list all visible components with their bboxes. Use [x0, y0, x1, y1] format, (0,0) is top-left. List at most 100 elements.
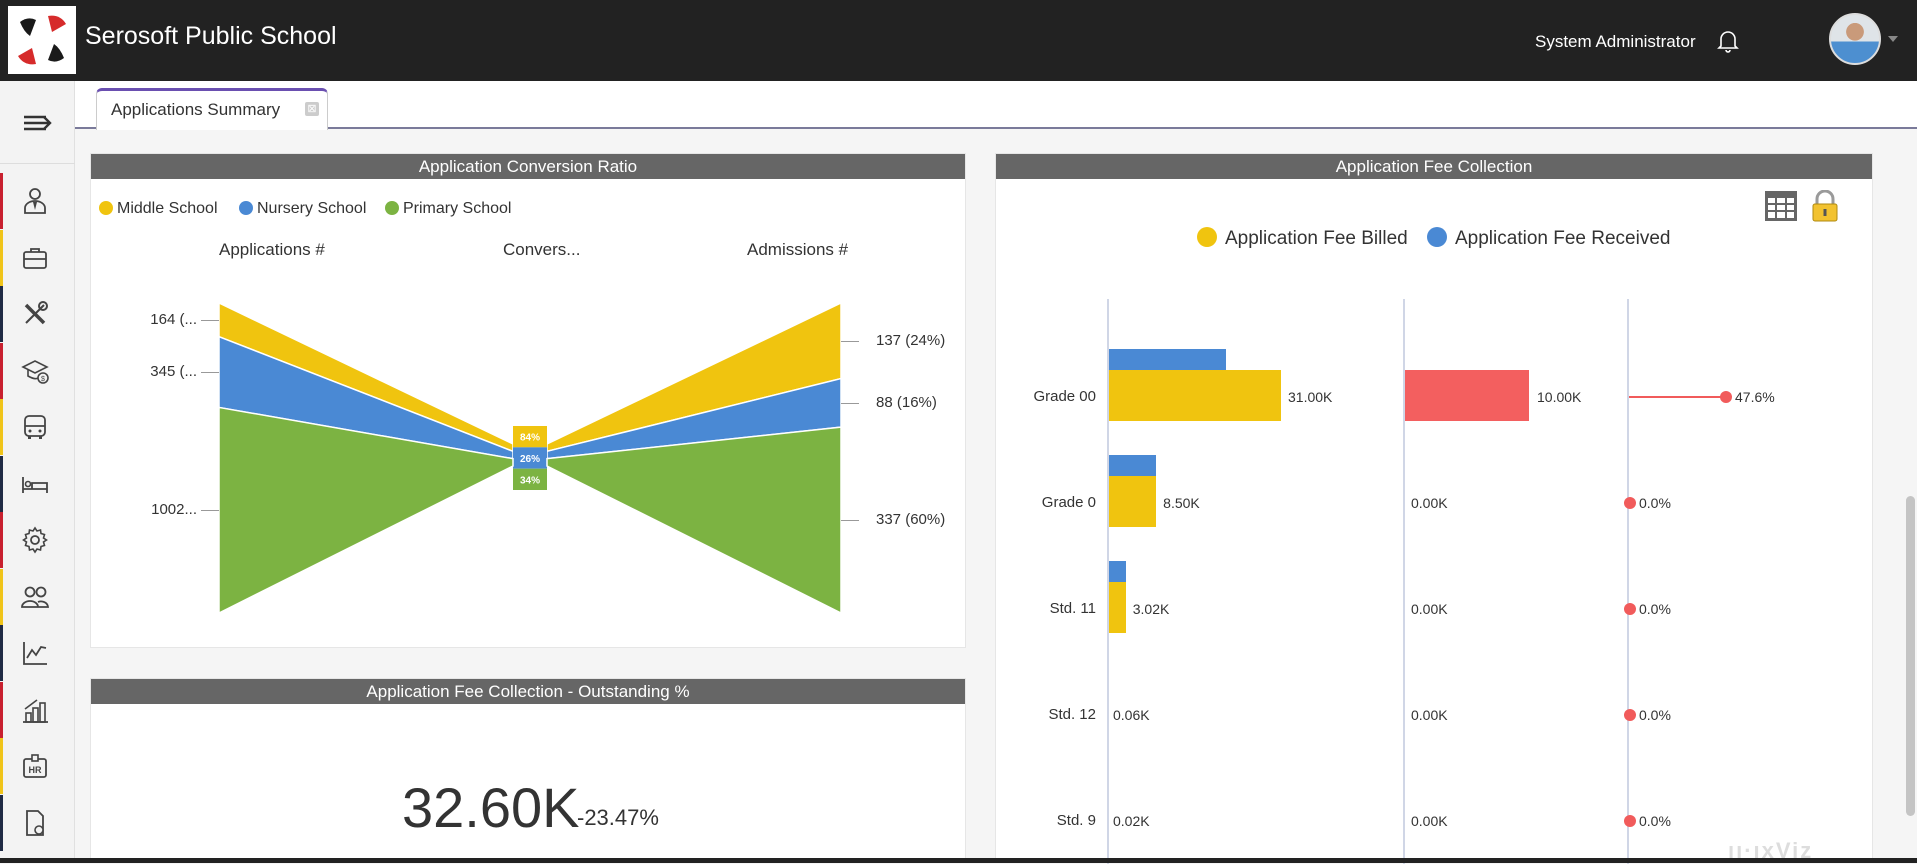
close-icon[interactable]: ⊠: [305, 102, 319, 116]
outstanding-value: 32.60K: [402, 776, 580, 839]
bar-fee-billed[interactable]: [1109, 370, 1281, 421]
sidebar-accent: [0, 455, 3, 512]
bottom-bar: [0, 858, 1917, 863]
outstanding-panel: Application Fee Collection - Outstanding…: [90, 678, 966, 863]
outstanding-pct-dot[interactable]: [1624, 603, 1636, 615]
label-tick: [201, 372, 219, 374]
sidebar-accent: [0, 794, 3, 851]
sidebar: $ HR: [0, 81, 75, 863]
users-icon: [21, 586, 49, 608]
category-label: Grade 0: [1041, 494, 1096, 511]
line-chart-icon: [23, 642, 47, 665]
outstanding-pct-dot[interactable]: [1624, 815, 1636, 827]
bar-fee-billed[interactable]: [1109, 476, 1157, 527]
sidebar-item-line-chart[interactable]: [0, 625, 75, 681]
bar-fee-billed[interactable]: [1109, 582, 1126, 633]
label-tick: [841, 520, 859, 522]
bar-fee-received[interactable]: [1109, 561, 1126, 582]
label-tick: [201, 510, 219, 512]
sidebar-item-gear[interactable]: [0, 512, 75, 568]
sidebar-item-bed[interactable]: [0, 455, 75, 512]
table-icon[interactable]: [1764, 190, 1798, 222]
billed-value-label: 31.00K: [1288, 389, 1333, 405]
sidebar-item-bar-chart[interactable]: [0, 681, 75, 738]
legend-dot: [1197, 227, 1217, 247]
outstanding-value-label: 0.00K: [1411, 813, 1448, 829]
sidebar-item-briefcase[interactable]: [0, 229, 75, 286]
outstanding-pct-label: 0.0%: [1639, 601, 1671, 617]
outstanding-pct-dot[interactable]: [1624, 497, 1636, 509]
sidebar-accent: [0, 286, 3, 342]
tab-bar: Applications Summary ⊠: [75, 81, 1917, 130]
document-settings-icon: [26, 809, 44, 836]
bar-chart-icon: [23, 698, 48, 723]
sidebar-item-document-settings[interactable]: [0, 794, 75, 851]
svg-text:HR: HR: [29, 765, 42, 775]
sidebar-item-staff[interactable]: [0, 173, 75, 229]
sidebar-accent: [0, 568, 3, 625]
admissions-label: 137 (24%): [876, 331, 946, 349]
category-label: Grade 00: [1033, 388, 1096, 405]
funnel-right-primary-school[interactable]: [546, 426, 842, 615]
bar-fee-received[interactable]: [1109, 349, 1226, 370]
outstanding-value-label: 0.00K: [1411, 495, 1448, 511]
hr-badge-icon: HR: [23, 754, 47, 778]
avatar[interactable]: [1829, 13, 1881, 65]
bed-icon: [22, 476, 48, 493]
tab-label: Applications Summary: [111, 100, 281, 119]
graduation-fee-icon: $: [21, 359, 49, 384]
bar-outstanding[interactable]: [1405, 370, 1529, 421]
lock-icon[interactable]: [1810, 189, 1844, 222]
category-label: Std. 11: [1049, 600, 1096, 617]
label-tick: [201, 319, 219, 321]
sidebar-divider: [0, 163, 75, 164]
sidebar-item-tools[interactable]: [0, 286, 75, 342]
sidebar-item-bus[interactable]: [0, 399, 75, 455]
legend-fee-billed[interactable]: Application Fee Billed: [1197, 227, 1408, 250]
outstanding-value-label: 10.00K: [1537, 389, 1582, 405]
logo[interactable]: [8, 6, 76, 74]
label-tick: [841, 402, 859, 404]
legend-dot: [1427, 227, 1447, 247]
sidebar-item-users[interactable]: [0, 568, 75, 625]
sidebar-accent: [0, 173, 3, 229]
sidebar-item-graduation-fee[interactable]: $: [0, 342, 75, 399]
bell-icon[interactable]: [1715, 28, 1741, 54]
tab-applications-summary[interactable]: Applications Summary ⊠: [96, 88, 328, 130]
outstanding-pct-dot[interactable]: [1624, 709, 1636, 721]
outstanding-pct-dot[interactable]: [1720, 391, 1732, 403]
gear-icon: [22, 526, 48, 554]
sidebar-item-hr-badge[interactable]: HR: [0, 738, 75, 794]
conversion-panel: Application Conversion Ratio Middle Scho…: [90, 153, 966, 648]
bar-fee-received[interactable]: [1109, 455, 1157, 476]
applications-label: 1002...: [151, 501, 197, 519]
menu-expand-icon[interactable]: [22, 111, 54, 135]
legend-fee-received[interactable]: Application Fee Received: [1427, 227, 1670, 250]
bus-icon: [24, 415, 46, 439]
billed-value-label: 0.06K: [1113, 707, 1150, 723]
top-bar: Serosoft Public School System Administra…: [0, 0, 1917, 81]
sidebar-accent: [0, 342, 3, 399]
outstanding-pct-label: 0.0%: [1639, 707, 1671, 723]
funnel-chart: 84% 26% 34%: [218, 301, 842, 615]
sidebar-accent: [0, 512, 3, 568]
sidebar-accent: [0, 399, 3, 455]
svg-text:$: $: [41, 376, 45, 383]
admissions-label: 88 (16%): [876, 393, 937, 411]
conversion-label: 84%: [520, 433, 540, 444]
sidebar-accent: [0, 229, 3, 286]
label-tick: [841, 340, 859, 342]
sidebar-accent: [0, 681, 3, 738]
chevron-down-icon[interactable]: [1888, 36, 1898, 42]
axis-outstanding-pct: [1627, 299, 1629, 864]
outstanding-pct-label: 47.6%: [1735, 389, 1775, 405]
app-title: Serosoft Public School: [85, 22, 337, 50]
scrollbar[interactable]: [1906, 496, 1915, 816]
briefcase-icon: [23, 247, 47, 269]
fee-collection-panel: Application Fee Collection Application F…: [995, 153, 1873, 864]
user-name[interactable]: System Administrator: [1535, 32, 1696, 52]
outstanding-value-label: 0.00K: [1411, 707, 1448, 723]
outstanding-value-label: 0.00K: [1411, 601, 1448, 617]
billed-value-label: 8.50K: [1163, 495, 1200, 511]
category-label: Std. 9: [1056, 812, 1096, 829]
